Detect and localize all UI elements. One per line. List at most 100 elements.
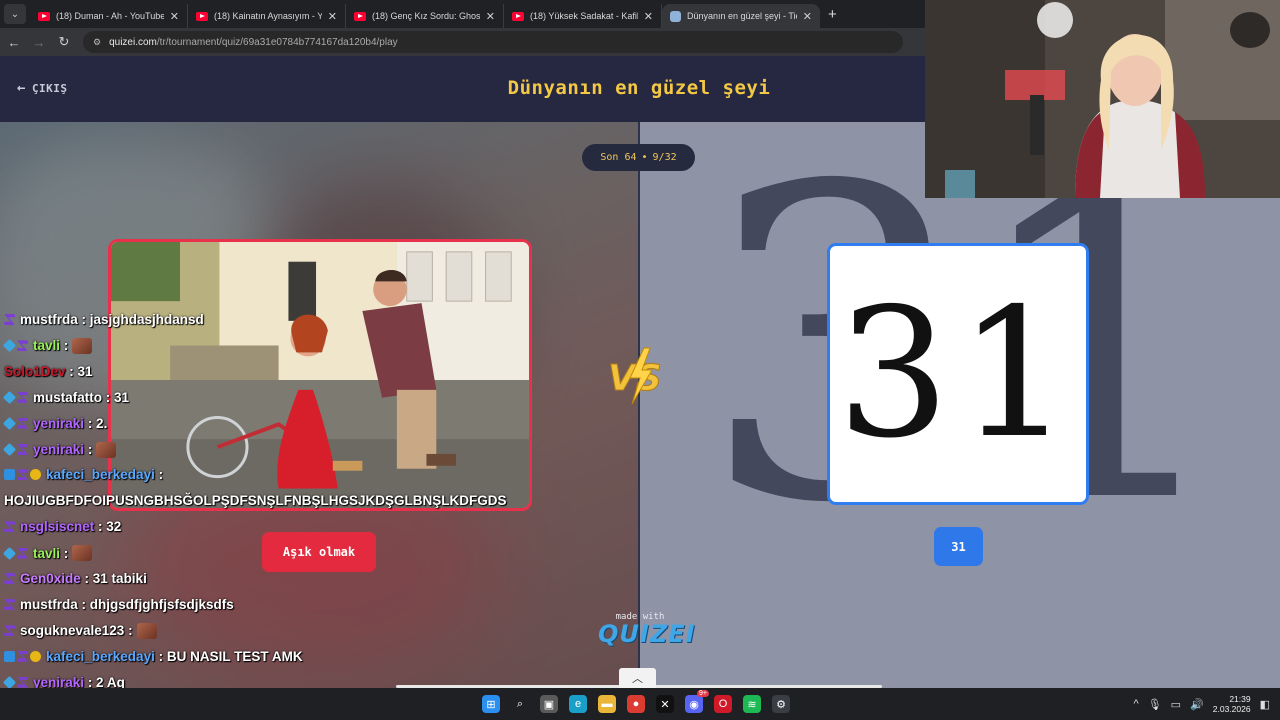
chat-text: : [63, 338, 69, 354]
chat-text: : 31 [105, 389, 130, 405]
right-choice-card[interactable]: 31 [827, 243, 1089, 505]
tab-title: (18) Genç Kız Sordu: Ghostlaya [372, 11, 480, 21]
youtube-icon [354, 11, 366, 21]
windows-start-icon[interactable]: ⊞ [482, 695, 500, 713]
chat-username[interactable]: mustfrda [20, 597, 78, 612]
browser-tab[interactable]: Dünyanın en güzel şeyi - Tier Li ✕ [662, 4, 820, 28]
youtube-icon [512, 11, 524, 21]
blue-badge-icon [2, 675, 17, 689]
close-icon[interactable]: ✕ [170, 10, 179, 23]
blue-badge-icon [2, 546, 17, 560]
chat-username[interactable]: Solo1Dev [4, 364, 66, 379]
browser-tab[interactable]: (18) Duman - Ah - YouTube ✕ [30, 4, 188, 28]
purple-badge-icon [4, 598, 15, 610]
microphone-icon[interactable]: 🎙 [1148, 698, 1162, 711]
clock-date: 2.03.2026 [1212, 704, 1251, 714]
round-separator: • [641, 152, 648, 163]
back-icon[interactable]: ← [3, 35, 25, 50]
clock-time: 21:39 [1229, 693, 1251, 704]
windows-taskbar: ⊞ ⌕ ▣ e ▬ ● ✕ ◉ 9+ O ≋ ⚙ ^ 🎙 ▭ 🔊 21:39 2.03.2026 ◧ [0, 688, 1280, 720]
reload-icon[interactable]: ↻ [53, 34, 75, 50]
chrome-icon[interactable]: ● [627, 695, 645, 713]
url-host: quizei.com [109, 36, 157, 48]
chat-message: tavli : [2, 545, 93, 562]
chat-message: HOJIUGBFDFOIPUSNGBHSĞOLPŞDFSNŞLFNBŞLHGSJ… [4, 493, 507, 508]
tab-title: (18) Kainatın Aynasıyım - YouTu [214, 11, 322, 21]
task-view-icon[interactable]: ▣ [540, 695, 558, 713]
tab-title: (18) Duman - Ah - YouTube [56, 11, 164, 21]
chat-username[interactable]: tavli [33, 338, 60, 353]
chat-username[interactable]: yeniraki [33, 442, 84, 457]
tray-chevron-icon[interactable]: ^ [1134, 698, 1139, 710]
chat-text: : jasjghdasjhdansd [81, 312, 204, 327]
webcam-overlay [925, 0, 1280, 198]
emote-icon [136, 622, 157, 639]
file-explorer-icon[interactable]: ▬ [598, 695, 616, 713]
chat-username[interactable]: kafeci_berkedayi [46, 467, 155, 482]
right-choice-button[interactable]: 31 [934, 527, 983, 566]
chat-username[interactable]: mustafatto [33, 390, 102, 405]
close-icon[interactable]: ✕ [803, 10, 812, 23]
new-tab-button[interactable]: + [820, 6, 845, 28]
purple-badge-icon [4, 625, 15, 637]
chat-message: kafeci_berkedayi : [4, 467, 163, 482]
volume-icon[interactable]: 🔊 [1190, 698, 1204, 711]
url-path: /tr/tournament/quiz/69a31e0784b774167da1… [156, 36, 398, 48]
chat-username[interactable]: tavli [33, 546, 60, 561]
browser-tab[interactable]: (18) Yüksek Sadakat - Kafile - Yo ✕ [504, 4, 662, 28]
close-icon[interactable]: ✕ [486, 10, 495, 23]
vs-icon: VS [608, 347, 662, 405]
tab-title: Dünyanın en güzel şeyi - Tier Li [687, 11, 797, 21]
url-field[interactable]: ⚙ quizei.com/tr/tournament/quiz/69a31e07… [83, 31, 903, 53]
notifications-icon[interactable]: ◧ [1260, 698, 1270, 711]
chat-username[interactable]: nsglsiscnet [20, 519, 94, 534]
round-badge: Son 64 • 9/32 [582, 144, 695, 171]
browser-tab[interactable]: (18) Kainatın Aynasıyım - YouTu ✕ [188, 4, 346, 28]
quizei-icon [670, 10, 681, 22]
purple-badge-icon [17, 340, 28, 352]
left-choice-button[interactable]: Aşık olmak [262, 532, 376, 572]
chat-message: Solo1Dev : 31 [4, 364, 93, 379]
address-bar-row: ← → ↻ ⚙ quizei.com/tr/tournament/quiz/69… [0, 28, 925, 56]
emote-icon [72, 545, 93, 562]
chat-username[interactable]: kafeci_berkedayi [46, 649, 155, 664]
chat-message: tavli : [2, 337, 93, 354]
forward-icon[interactable]: → [28, 35, 50, 50]
chat-username[interactable]: yeniraki [33, 416, 84, 431]
made-with-badge[interactable]: made with QUIZEI [598, 612, 696, 648]
steam-icon[interactable]: ⚙ [772, 695, 790, 713]
opera-icon[interactable]: O [714, 695, 732, 713]
tab-search-button[interactable]: ⌄ [4, 4, 26, 24]
gold-badge-icon [30, 650, 41, 662]
left-choice-card[interactable] [108, 239, 532, 511]
browser-tab[interactable]: (18) Genç Kız Sordu: Ghostlaya ✕ [346, 4, 504, 28]
chat-username[interactable]: mustfrda [20, 312, 78, 327]
quizei-logo: QUIZEI [598, 620, 696, 648]
chat-text: : 32 [98, 519, 122, 535]
chat-text: : 31 tabiki [84, 571, 147, 586]
spotify-icon[interactable]: ≋ [743, 695, 761, 713]
youtube-icon [196, 11, 208, 21]
network-icon[interactable]: ▭ [1171, 698, 1181, 711]
chat-text: : [63, 545, 69, 561]
purple-badge-icon [17, 547, 28, 559]
close-icon[interactable]: ✕ [328, 10, 337, 23]
search-icon[interactable]: ⌕ [511, 695, 529, 713]
youtube-icon [38, 11, 50, 21]
purple-badge-icon [17, 417, 28, 429]
site-info-icon[interactable]: ⚙ [93, 37, 101, 48]
discord-notification-badge: 9+ [697, 690, 709, 697]
blue-badge-icon [2, 442, 17, 457]
chat-text: : 2. [87, 415, 108, 431]
chevron-up-icon[interactable]: ︿ [619, 668, 656, 688]
x-icon[interactable]: ✕ [656, 695, 674, 713]
couple-photo [111, 242, 529, 508]
edge-icon[interactable]: e [569, 695, 587, 713]
tab-title: (18) Yüksek Sadakat - Kafile - Yo [530, 11, 638, 21]
discord-icon[interactable]: ◉ 9+ [685, 690, 709, 713]
close-icon[interactable]: ✕ [644, 10, 653, 23]
clock[interactable]: 21:39 2.03.2026 [1213, 694, 1251, 714]
chat-username[interactable]: soguknevale123 [20, 623, 124, 638]
round-label: Son 64 [600, 152, 637, 163]
chat-username[interactable]: Gen0xide [20, 571, 81, 586]
